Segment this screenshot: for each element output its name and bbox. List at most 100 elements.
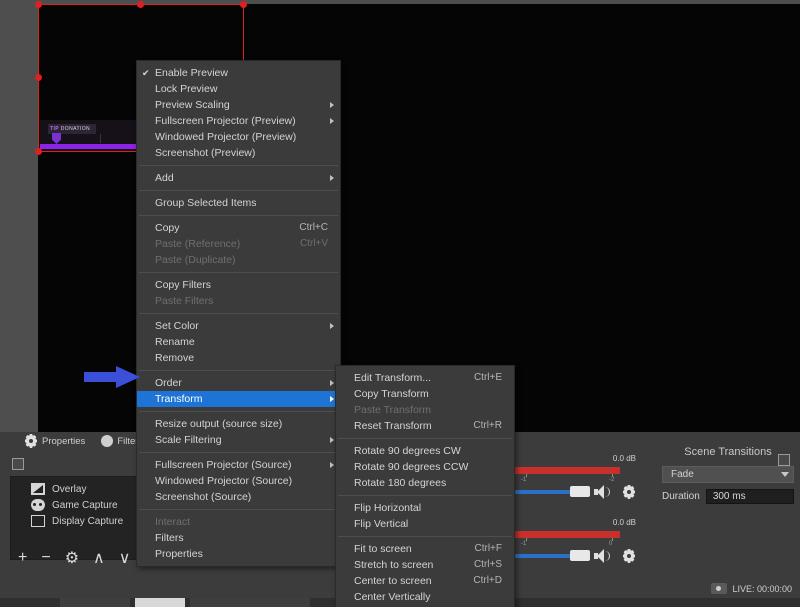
menu-item-label: Filters [155,532,184,544]
menu-item-label: Properties [155,548,203,560]
speaker-mute-icon[interactable] [594,485,610,499]
move-source-up-button[interactable]: ∧ [93,548,105,568]
menu-item-properties[interactable]: Properties [137,546,340,562]
menu-item-label: Remove [155,352,195,364]
menu-item-order[interactable]: Order [137,375,340,391]
menu-separator [139,370,338,371]
duration-input[interactable]: 300 ms [705,489,794,504]
menu-item-add[interactable]: Add [137,170,340,186]
menu-item-stretch-to-screen[interactable]: Stretch to screen Ctrl+S [336,557,514,573]
menu-item-flip-vertical[interactable]: Flip Vertical [336,516,514,532]
properties-button[interactable]: Properties [24,434,85,448]
menu-item-fullscreen-projector-preview[interactable]: Fullscreen Projector (Preview) [137,113,340,129]
menu-item-label: Screenshot (Preview) [155,147,256,159]
menu-item-screenshot-preview[interactable]: Screenshot (Preview) [137,145,340,161]
chevron-right-icon [330,462,334,468]
menu-item-shortcut: Ctrl+C [299,222,328,233]
menu-item-label: Preview Scaling [155,99,230,111]
menu-item-windowed-projector-preview[interactable]: Windowed Projector (Preview) [137,129,340,145]
preview-context-menu[interactable]: ✔ Enable Preview Lock Preview Preview Scali… [136,60,341,567]
menu-item-label: Screenshot (Source) [155,491,252,503]
menu-item-label: Paste Filters [155,295,214,307]
menu-item-rotate-180-degrees[interactable]: Rotate 180 degrees [336,475,514,491]
resize-handle-middle-left[interactable] [35,74,42,81]
source-properties-button[interactable]: ⚙ [65,548,79,568]
resize-handle-top-right[interactable] [240,1,247,8]
menu-item-shortcut: Ctrl+E [473,372,502,383]
menu-item-screenshot-source[interactable]: Screenshot (Source) [137,489,340,505]
menu-item-edit-transform[interactable]: Edit Transform... Ctrl+E [336,370,514,386]
menu-separator [338,536,512,537]
resize-handle-top-center[interactable] [137,1,144,8]
menu-item-label: Windowed Projector (Source) [155,475,293,487]
menu-item-set-color[interactable]: Set Color [137,318,340,334]
menu-item-copy-filters[interactable]: Copy Filters [137,277,340,293]
menu-item-paste-duplicate: Paste (Duplicate) [137,252,340,268]
menu-item-paste-transform: Paste Transform [336,402,514,418]
chevron-right-icon [330,102,334,108]
menu-item-fullscreen-projector-source[interactable]: Fullscreen Projector (Source) [137,457,340,473]
menu-item-preview-scaling[interactable]: Preview Scaling [137,97,340,113]
menu-item-rotate-90-degrees-cw[interactable]: Rotate 90 degrees CW [336,443,514,459]
record-icon [711,583,728,594]
menu-item-interact: Interact [137,514,340,530]
menu-item-rename[interactable]: Rename [137,334,340,350]
menu-item-center-vertically[interactable]: Center Vertically [336,589,514,605]
menu-item-label: Paste (Duplicate) [155,254,236,266]
menu-item-enable-preview[interactable]: ✔ Enable Preview [137,65,340,81]
menu-separator [139,272,338,273]
filters-icon [101,435,114,447]
menu-item-reset-transform[interactable]: Reset Transform Ctrl+R [336,418,514,434]
transition-duration-row: Duration 300 ms [662,489,794,504]
transition-select[interactable]: Fade [662,466,794,483]
menu-item-filters[interactable]: Filters [137,530,340,546]
menu-item-transform[interactable]: Transform [137,391,340,407]
transform-submenu[interactable]: Edit Transform... Ctrl+E Copy Transform Pas… [335,365,515,607]
move-source-down-button[interactable]: ∨ [119,548,131,568]
taskbar-item-active[interactable] [135,598,185,607]
menu-item-windowed-projector-source[interactable]: Windowed Projector (Source) [137,473,340,489]
menu-item-resize-output-source-size[interactable]: Resize output (source size) [137,416,340,432]
add-source-button[interactable]: + [18,549,27,567]
unpin-icon[interactable] [778,454,790,466]
menu-item-label: Copy Transform [354,388,429,400]
volume-slider-knob[interactable] [570,486,590,497]
menu-item-flip-horizontal[interactable]: Flip Horizontal [336,500,514,516]
taskbar-item[interactable] [190,598,310,607]
menu-item-group-selected-items[interactable]: Group Selected Items [137,195,340,211]
live-status: LIVE: 00:00:00 [711,583,792,594]
menu-item-label: Flip Vertical [354,518,409,530]
menu-separator [139,190,338,191]
resize-handle-top-left[interactable] [35,1,42,8]
menu-item-label: Scale Filtering [155,434,222,446]
menu-item-label: Rotate 90 degrees CW [354,445,461,457]
menu-item-rotate-90-degrees-ccw[interactable]: Rotate 90 degrees CCW [336,459,514,475]
menu-item-copy-transform[interactable]: Copy Transform [336,386,514,402]
menu-item-lock-preview[interactable]: Lock Preview [137,81,340,97]
menu-item-label: Resize output (source size) [155,418,283,430]
menu-item-paste-reference: Paste (Reference) Ctrl+V [137,236,340,252]
chevron-right-icon [330,175,334,181]
taskbar-item[interactable] [60,598,130,607]
channel-db-value: 0.0 dB [612,454,636,463]
gear-icon [24,434,38,448]
channel-db-value: 0.0 dB [612,518,636,527]
gear-icon[interactable] [622,549,636,563]
resize-handle-bottom-left[interactable] [35,148,42,155]
scene-transitions-dock: Scene Transitions Fade Duration 300 ms [656,432,800,580]
menu-item-label: Rename [155,336,195,348]
menu-item-center-to-screen[interactable]: Center to screen Ctrl+D [336,573,514,589]
menu-item-copy[interactable]: Copy Ctrl+C [137,220,340,236]
menu-item-label: Paste Transform [354,404,432,416]
menu-item-remove[interactable]: Remove [137,350,340,366]
gear-icon[interactable] [622,485,636,499]
unpin-icon[interactable] [12,458,24,470]
duration-label: Duration [662,491,700,502]
volume-slider-knob[interactable] [570,550,590,561]
menu-item-scale-filtering[interactable]: Scale Filtering [137,432,340,448]
menu-item-shortcut: Ctrl+R [473,420,502,431]
speaker-mute-icon[interactable] [594,549,610,563]
properties-button-label: Properties [42,435,86,447]
menu-item-fit-to-screen[interactable]: Fit to screen Ctrl+F [336,541,514,557]
remove-source-button[interactable]: − [41,549,50,567]
